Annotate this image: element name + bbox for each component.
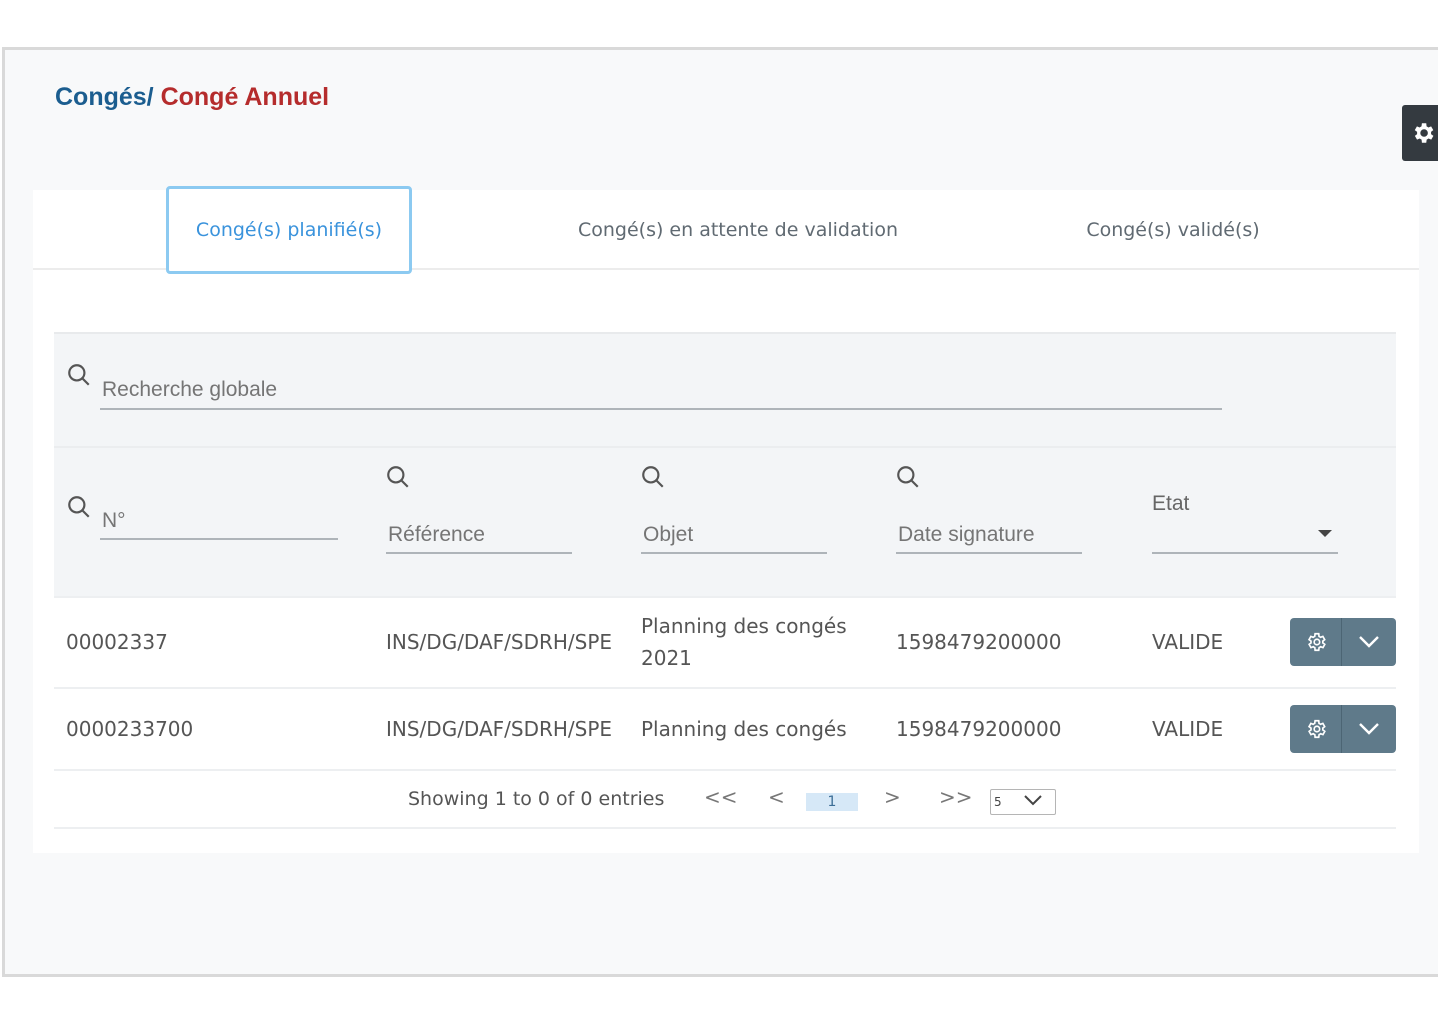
tab-validated[interactable]: Congé(s) validé(s) xyxy=(1043,190,1303,270)
gear-icon xyxy=(1307,719,1326,739)
cell-object-line2: 2021 xyxy=(641,646,692,670)
paginator-prev-button[interactable]: < xyxy=(768,785,785,809)
gear-icon xyxy=(1414,123,1434,143)
paginator-info: Showing 1 to 0 of 0 entries xyxy=(408,788,665,810)
breadcrumb-parent[interactable]: Congés/ xyxy=(55,83,154,111)
cell-state: VALIDE xyxy=(1152,717,1224,741)
tab-planned[interactable]: Congé(s) planifié(s) xyxy=(166,186,412,274)
chevron-down-icon xyxy=(1359,636,1379,648)
row-settings-button[interactable] xyxy=(1290,618,1342,666)
cell-object-line1: Planning des congés xyxy=(641,614,847,638)
row-action-group xyxy=(1290,618,1396,666)
table-row: 00002337 INS/DG/DAF/SDRH/SPE Planning de… xyxy=(54,596,1396,687)
paginator-next-button[interactable]: > xyxy=(884,785,901,809)
cell-state: VALIDE xyxy=(1152,630,1224,654)
row-dropdown-button[interactable] xyxy=(1342,705,1396,753)
search-icon xyxy=(68,496,90,518)
filter-date-input[interactable] xyxy=(896,518,1082,554)
paginator-page-1[interactable]: 1 xyxy=(806,793,858,811)
cell-reference: INS/DG/DAF/SDRH/SPE xyxy=(386,630,613,654)
page-frame: Congés/ Congé Annuel Congé(s) planifié(s… xyxy=(2,47,1438,977)
breadcrumb: Congés/ Congé Annuel xyxy=(55,83,329,112)
breadcrumb-current: Congé Annuel xyxy=(160,83,330,111)
chevron-down-icon xyxy=(1024,795,1042,806)
gear-icon xyxy=(1307,632,1326,652)
tab-bar: Congé(s) planifié(s) Congé(s) en attente… xyxy=(33,186,1419,274)
search-icon xyxy=(387,466,409,488)
row-action-group xyxy=(1290,705,1396,753)
filter-num-input[interactable] xyxy=(100,504,338,540)
cell-date: 1598479200000 xyxy=(896,717,1062,741)
cell-num: 00002337 xyxy=(66,630,168,654)
search-icon xyxy=(897,466,919,488)
row-settings-button[interactable] xyxy=(1290,705,1342,753)
search-icon xyxy=(68,364,90,386)
paginator-first-button[interactable]: << xyxy=(704,785,738,809)
row-dropdown-button[interactable] xyxy=(1342,618,1396,666)
filter-state-select[interactable] xyxy=(1152,528,1338,554)
cell-object: Planning des congés 2021 xyxy=(641,610,861,674)
filter-object-input[interactable] xyxy=(641,518,827,554)
settings-panel-toggle[interactable] xyxy=(1402,105,1438,161)
paginator-last-button[interactable]: >> xyxy=(939,785,973,809)
column-filter-row: Etat xyxy=(54,446,1396,596)
table-row: 0000233700 INS/DG/DAF/SDRH/SPE Planning … xyxy=(54,687,1396,769)
cell-num: 0000233700 xyxy=(66,717,194,741)
page-size-value: 5 xyxy=(994,795,1002,809)
global-search-bar xyxy=(54,332,1396,446)
tab-pending-validation[interactable]: Congé(s) en attente de validation xyxy=(553,190,923,270)
page-size-select[interactable]: 5 xyxy=(990,789,1056,815)
cell-object: Planning des congés xyxy=(641,717,847,741)
global-search-input[interactable] xyxy=(100,372,1222,410)
filter-reference-input[interactable] xyxy=(386,518,572,554)
cell-reference: INS/DG/DAF/SDRH/SPE xyxy=(386,717,613,741)
chevron-down-icon xyxy=(1359,723,1379,735)
leave-table: Etat 00002337 INS/DG/DAF/SDRH/SPE Planni… xyxy=(54,332,1396,829)
leave-card: Congé(s) planifié(s) Congé(s) en attente… xyxy=(33,186,1419,853)
cell-date: 1598479200000 xyxy=(896,630,1062,654)
search-icon xyxy=(642,466,664,488)
filter-state-label: Etat xyxy=(1152,492,1190,515)
paginator: Showing 1 to 0 of 0 entries << < 1 > >> … xyxy=(54,769,1396,829)
caret-down-icon xyxy=(1318,530,1332,537)
